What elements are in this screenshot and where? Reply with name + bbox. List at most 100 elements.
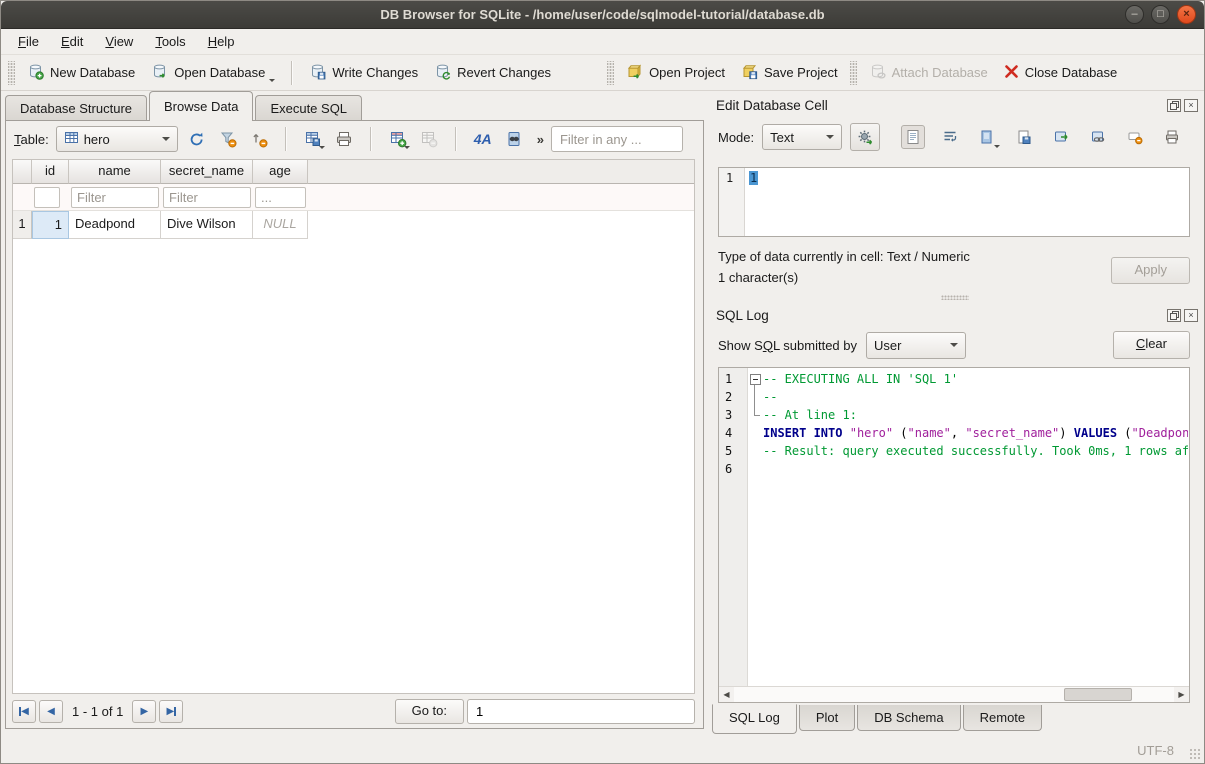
insert-record-caret-icon [404,146,410,149]
toolbar-grip[interactable] [850,61,857,85]
menu-edit[interactable]: Edit [50,31,94,52]
prev-page-button[interactable]: ◀ [39,700,63,723]
cell-id[interactable]: 1 [32,211,69,239]
attach-database-icon [869,63,886,83]
save-table-button[interactable] [301,127,325,151]
dock-tab-db-schema[interactable]: DB Schema [857,705,960,731]
refresh-button[interactable] [185,127,209,151]
font-settings-button[interactable]: 4A [471,127,495,151]
close-icon[interactable]: × [1177,5,1196,24]
open-database-dropdown-icon[interactable] [269,79,275,82]
minimize-icon[interactable]: – [1125,5,1144,24]
main-toolbar: New Database Open Database Write Changes… [1,55,1204,91]
apply-button[interactable]: Apply [1111,257,1190,284]
tab-browse-data[interactable]: Browse Data [149,91,253,121]
corner-header [13,160,32,184]
clear-filters-button[interactable] [216,127,240,151]
scrollbar-thumb[interactable] [1064,688,1132,701]
scrollbar-track[interactable] [734,687,1174,702]
column-header-secret-name[interactable]: secret_name [161,160,253,184]
new-database-button[interactable]: New Database [20,59,142,87]
tab-execute-sql[interactable]: Execute SQL [255,95,362,121]
new-database-icon [27,63,44,83]
close-dock-icon[interactable]: × [1184,309,1198,322]
cell-name[interactable]: Deadpond [69,211,161,239]
toolbar-grip[interactable] [607,61,614,85]
menu-view[interactable]: View [94,31,144,52]
dock-splitter[interactable] [710,291,1200,303]
delete-record-button[interactable] [417,127,441,151]
sql-source-select[interactable]: User [866,332,966,359]
filter-any-column-input[interactable] [551,126,683,152]
menu-help[interactable]: Help [197,31,246,52]
mode-select[interactable]: Text [762,124,842,150]
grid-filter-row [13,184,694,211]
toolbar-grip[interactable] [8,61,15,85]
left-pane: Database Structure Browse Data Execute S… [1,91,704,737]
table-select[interactable]: hero [56,126,178,152]
open-project-button[interactable]: Open Project [619,59,732,87]
close-database-button[interactable]: Close Database [997,60,1125,86]
open-in-external-button[interactable] [1049,125,1073,149]
next-page-button[interactable]: ▶ [132,700,156,723]
scroll-left-icon[interactable]: ◀ [719,687,734,702]
save-project-button[interactable]: Save Project [734,59,845,87]
column-header-age[interactable]: age [253,160,308,184]
cell-info-row: Type of data currently in cell: Text / N… [710,237,1200,291]
statusbar: UTF-8 [1,737,1204,763]
print-table-button[interactable] [332,127,356,151]
export-cell-data-button[interactable] [1012,125,1036,149]
last-page-button[interactable]: ▶ [159,700,183,723]
sql-log-view[interactable]: 1-- EXECUTING ALL IN 'SQL 1'2--3-- At li… [718,367,1190,703]
insert-record-button[interactable] [386,127,410,151]
dock-tab-remote[interactable]: Remote [963,705,1043,731]
tab-database-structure[interactable]: Database Structure [5,95,147,121]
float-dock-icon[interactable] [1167,309,1181,322]
revert-changes-button[interactable]: Revert Changes [427,59,558,87]
filter-input-age[interactable] [255,187,306,208]
print-cell-button[interactable] [1160,125,1184,149]
row-number[interactable]: 1 [13,211,32,239]
browse-data-panel: Table: hero 4A [5,120,704,729]
cell-editor[interactable]: 1 1 [718,167,1190,237]
attach-database-button[interactable]: Attach Database [862,59,995,87]
filter-input-id[interactable] [34,187,60,208]
open-database-button[interactable]: Open Database [144,59,282,87]
filter-input-secret-name[interactable] [163,187,251,208]
cell-char-count: 1 character(s) [718,270,970,285]
find-in-table-button[interactable] [502,127,526,151]
word-wrap-button[interactable] [938,125,962,149]
text-mode-button[interactable] [901,125,925,149]
import-cell-data-button[interactable] [975,125,999,149]
save-project-icon [741,63,758,83]
copy-link-button[interactable] [1086,125,1110,149]
table-select-caret-icon [162,137,170,141]
sql-log-line: 6 [719,460,1188,478]
menu-tools[interactable]: Tools [144,31,196,52]
column-header-name[interactable]: name [69,160,161,184]
goto-button[interactable]: Go to: [395,699,464,724]
resize-grip[interactable] [1189,748,1201,760]
cell-secret-name[interactable]: Dive Wilson [161,211,253,239]
sql-log-hscrollbar[interactable]: ◀ ▶ [719,686,1189,702]
set-null-button[interactable] [1123,125,1147,149]
close-dock-icon[interactable]: × [1184,99,1198,112]
dock-tab-sql-log[interactable]: SQL Log [712,704,797,734]
clear-sorting-button[interactable] [247,127,271,151]
first-page-button[interactable]: ◀ [12,700,36,723]
filter-input-name[interactable] [71,187,159,208]
maximize-icon[interactable]: □ [1151,5,1170,24]
menu-file[interactable]: File [7,31,50,52]
dock-tab-plot[interactable]: Plot [799,705,855,731]
revert-changes-icon [434,63,451,83]
toolbar-overflow-chevron[interactable]: » [537,132,544,147]
write-changes-button[interactable]: Write Changes [302,59,425,87]
float-dock-icon[interactable] [1167,99,1181,112]
goto-input[interactable] [467,699,695,724]
scroll-right-icon[interactable]: ▶ [1174,687,1189,702]
toolbar-separator [291,61,293,85]
clear-log-button[interactable]: Clear [1113,331,1190,359]
cell-age[interactable]: NULL [253,211,308,239]
column-header-id[interactable]: id [32,160,69,184]
auto-switch-mode-button[interactable] [850,123,880,151]
